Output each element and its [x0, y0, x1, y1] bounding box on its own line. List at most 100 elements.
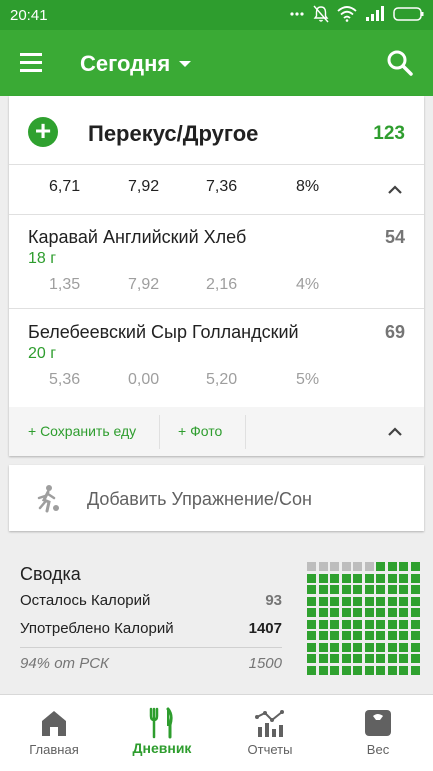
food-macro: 7,92 — [128, 276, 160, 293]
progress-cell — [318, 608, 328, 617]
tab-reports[interactable]: Отчеты — [216, 695, 324, 771]
progress-cell — [399, 573, 408, 583]
progress-cell — [387, 585, 397, 594]
diary-icon — [149, 707, 173, 739]
food-quantity: 20 г — [28, 345, 57, 362]
rsk-row: 94% от РСК 1500 — [20, 655, 282, 672]
progress-cell — [376, 619, 385, 629]
remaining-value: 93 — [265, 592, 282, 609]
progress-cell — [341, 573, 351, 583]
bottom-tab-bar: Главная Дневник Отчеты Вес — [0, 694, 433, 771]
add-food-button[interactable]: + — [28, 117, 58, 147]
divider — [245, 415, 246, 449]
progress-cell — [410, 619, 420, 629]
food-macro: 5,36 — [49, 371, 81, 388]
food-item[interactable]: Каравай Английский Хлеб 18 г 54 1,35 7,9… — [9, 214, 424, 309]
food-calories: 69 — [384, 322, 405, 342]
progress-cell — [330, 654, 339, 663]
add-photo-button[interactable]: + Фото — [178, 423, 222, 439]
progress-cell — [376, 654, 385, 663]
progress-cell — [353, 631, 362, 640]
progress-cell — [364, 585, 374, 594]
progress-cell — [364, 654, 374, 663]
food-item[interactable]: Белебеевский Сыр Голландский 20 г 69 5,3… — [9, 309, 424, 403]
search-icon[interactable] — [385, 48, 415, 78]
tab-weight[interactable]: Вес — [324, 695, 432, 771]
progress-cell — [399, 608, 408, 617]
progress-cell — [376, 642, 385, 652]
progress-cell — [307, 573, 316, 583]
progress-cell — [364, 631, 374, 640]
add-exercise-label: Добавить Упражнение/Сон — [87, 489, 312, 509]
progress-cell — [318, 585, 328, 594]
summary-macro: 6,71 — [49, 178, 81, 195]
progress-cell — [330, 642, 339, 652]
add-exercise-card[interactable]: Добавить Упражнение/Сон — [9, 465, 424, 531]
progress-cell — [307, 619, 316, 629]
meal-header: + Перекус/Другое 123 — [9, 96, 424, 165]
progress-cell — [364, 642, 374, 652]
progress-cell — [330, 608, 339, 617]
progress-cell — [399, 562, 408, 571]
remaining-row: Осталось Калорий 93 — [20, 592, 282, 609]
collapse-chevron-icon[interactable] — [387, 426, 403, 436]
notifications-off-icon — [313, 5, 329, 23]
progress-cell — [364, 562, 374, 571]
consumed-row: Употреблено Калорий 1407 — [20, 620, 282, 637]
food-macro: 1,35 — [49, 276, 81, 293]
progress-cell — [399, 665, 408, 675]
progress-cell — [318, 562, 328, 571]
progress-cell — [341, 619, 351, 629]
reports-icon — [255, 710, 284, 737]
progress-cell — [330, 585, 339, 594]
dropdown-arrow-icon — [179, 61, 192, 67]
progress-cell — [364, 573, 374, 583]
progress-cell — [410, 654, 420, 663]
rsk-value: 1500 — [248, 655, 282, 672]
scale-icon — [365, 710, 391, 736]
meal-footer: + Сохранить еду + Фото — [9, 407, 424, 456]
food-macro: 2,16 — [206, 276, 238, 293]
collapse-chevron-icon[interactable] — [387, 184, 403, 194]
progress-cell — [387, 573, 397, 583]
progress-cell — [307, 642, 316, 652]
summary-macro: 7,36 — [206, 178, 238, 195]
menu-icon[interactable] — [18, 50, 48, 76]
progress-cell — [399, 585, 408, 594]
progress-cell — [318, 573, 328, 583]
food-macro: 4% — [296, 276, 320, 293]
summary-title: Сводка — [20, 564, 81, 584]
rsk-label: 94% от РСК — [20, 655, 109, 672]
progress-cell — [330, 562, 339, 571]
progress-cell — [399, 631, 408, 640]
progress-cell — [341, 585, 351, 594]
daily-summary: Сводка Осталось Калорий 93 Употреблено К… — [0, 544, 433, 694]
tab-label: Главная — [29, 742, 79, 757]
progress-cell — [318, 654, 328, 663]
divider — [159, 415, 160, 449]
progress-cell — [387, 654, 397, 663]
more-dots-icon — [290, 12, 304, 16]
tab-home[interactable]: Главная — [0, 695, 108, 771]
progress-cell — [399, 619, 408, 629]
summary-macro: 8% — [296, 178, 320, 195]
progress-cell — [364, 596, 374, 606]
progress-cell — [376, 585, 385, 594]
progress-cell — [387, 665, 397, 675]
progress-cell — [387, 619, 397, 629]
consumed-label: Употреблено Калорий — [20, 620, 174, 637]
progress-cell — [376, 573, 385, 583]
progress-cell — [399, 596, 408, 606]
tab-diary[interactable]: Дневник — [108, 695, 216, 771]
food-macro: 0,00 — [128, 371, 160, 388]
save-meal-button[interactable]: + Сохранить еду — [28, 423, 136, 439]
progress-cell — [341, 562, 351, 571]
tab-label: Дневник — [132, 740, 192, 756]
progress-cell — [353, 596, 362, 606]
date-selector[interactable]: Сегодня — [80, 51, 192, 77]
home-icon — [42, 711, 66, 736]
progress-cell — [353, 665, 362, 675]
progress-cell — [330, 619, 339, 629]
food-name: Белебеевский Сыр Голландский — [28, 322, 299, 342]
app-bar: Сегодня — [0, 30, 433, 96]
